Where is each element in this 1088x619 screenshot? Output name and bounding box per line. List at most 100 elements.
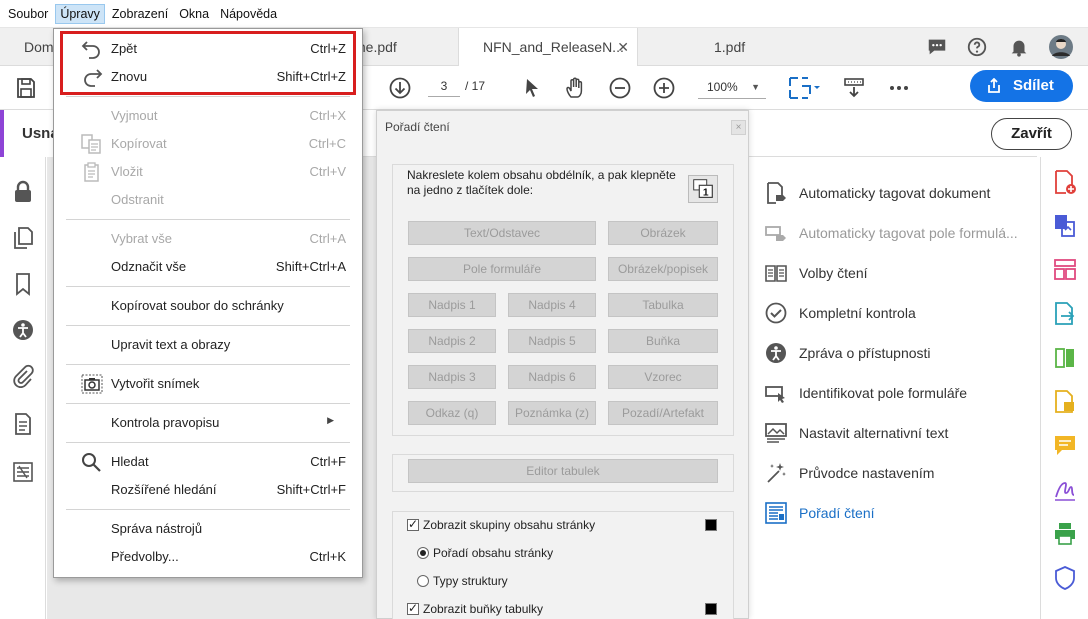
compare-files-icon[interactable] (1053, 345, 1077, 371)
menu-okna[interactable]: Okna (175, 4, 213, 24)
menu-separator (66, 96, 350, 97)
tab-document-active[interactable]: NFN_and_ReleaseN... ✕ (458, 28, 638, 67)
protect-icon[interactable] (1053, 565, 1077, 591)
fill-sign-icon[interactable] (1053, 477, 1077, 503)
tool-label: Zpráva o přístupnosti (799, 345, 931, 361)
color-swatch[interactable] (705, 603, 717, 615)
menu-separator (66, 286, 350, 287)
zoom-select[interactable]: 100% ▼ (698, 77, 766, 99)
figure-button[interactable]: Obrázek (608, 221, 718, 245)
menu-zobrazeni[interactable]: Zobrazení (108, 4, 172, 24)
menu-item-copy-file[interactable]: Kopírovat soubor do schránky (54, 292, 364, 320)
pages-icon[interactable] (11, 226, 35, 250)
comment-tool-icon[interactable] (1053, 433, 1077, 459)
page-fit-icon[interactable] (788, 76, 822, 100)
checkbox-label: Zobrazit buňky tabulky (423, 602, 544, 616)
show-table-cells-checkbox[interactable]: Zobrazit buňky tabulky (407, 601, 544, 616)
menu-item-snapshot[interactable]: Vytvořit snímek (54, 370, 364, 398)
heading-4-button[interactable]: Nadpis 4 (508, 293, 596, 317)
document-icon[interactable] (11, 412, 35, 436)
form-field-button[interactable]: Pole formuláře (408, 257, 596, 281)
heading-3-button[interactable]: Nadpis 3 (408, 365, 496, 389)
tool-identify-form-fields[interactable]: Identifikovat pole formuláře (764, 373, 1034, 413)
menu-separator (66, 403, 350, 404)
select-cursor-icon[interactable] (520, 76, 544, 100)
menu-item-preferences[interactable]: Předvolby... Ctrl+K (54, 543, 364, 571)
text-paragraph-button[interactable]: Text/Odstavec (408, 221, 596, 245)
menu-separator (66, 442, 350, 443)
reference-button[interactable]: Odkaz (q) (408, 401, 496, 425)
next-page-icon[interactable] (388, 76, 412, 100)
heading-6-button[interactable]: Nadpis 6 (508, 365, 596, 389)
tool-auto-tag-document[interactable]: Automaticky tagovat dokument (764, 173, 1034, 213)
combine-files-icon[interactable] (1053, 213, 1077, 239)
share-label: Sdílet (1013, 77, 1054, 94)
cell-button[interactable]: Buňka (608, 329, 718, 353)
menu-item-find[interactable]: Hledat Ctrl+F (54, 448, 364, 476)
heading-1-button[interactable]: Nadpis 1 (408, 293, 496, 317)
menu-soubor[interactable]: Soubor (4, 4, 52, 24)
accessibility-icon[interactable] (11, 318, 35, 342)
table-button[interactable]: Tabulka (608, 293, 718, 317)
menu-shortcut: Ctrl+K (309, 549, 346, 564)
structure-types-radio[interactable]: Typy struktury (417, 574, 508, 588)
tool-reading-options[interactable]: Volby čtení (764, 253, 1034, 293)
menu-item-deselect-all[interactable]: Odznačit vše Shift+Ctrl+A (54, 253, 364, 281)
zoom-in-icon[interactable] (652, 76, 676, 100)
organize-pages-icon[interactable] (1053, 257, 1077, 283)
more-icon[interactable] (887, 76, 911, 100)
tab-label: NFN_and_ReleaseN... (483, 39, 624, 55)
menu-item-manage-tools[interactable]: Správa nástrojů (54, 515, 364, 543)
heading-2-button[interactable]: Nadpis 2 (408, 329, 496, 353)
menu-item-edit-text[interactable]: Upravit text a obrazy (54, 331, 364, 359)
tool-accessibility-report[interactable]: Zpráva o přístupnosti (764, 333, 1034, 373)
menu-napoveda[interactable]: Nápověda (216, 4, 281, 24)
share-button[interactable]: Sdílet (970, 70, 1073, 102)
scroll-mode-icon[interactable] (842, 76, 866, 100)
dialog-close-button[interactable]: × (731, 120, 746, 135)
save-icon[interactable] (14, 76, 38, 100)
note-button[interactable]: Poznámka (z) (508, 401, 596, 425)
comment-icon[interactable] (925, 36, 949, 58)
zoom-out-icon[interactable] (608, 76, 632, 100)
menu-item-spelling[interactable]: Kontrola pravopisu ▶ (54, 409, 364, 437)
create-pdf-icon[interactable] (1053, 169, 1077, 195)
formula-button[interactable]: Vzorec (608, 365, 718, 389)
avatar[interactable] (1048, 34, 1074, 60)
menu-label: Hledat (111, 454, 149, 469)
menu-item-undo[interactable]: Zpět Ctrl+Z (54, 35, 364, 63)
menu-upravy[interactable]: Úpravy (55, 3, 105, 24)
submenu-arrow-icon: ▶ (327, 415, 334, 425)
tab-close-icon[interactable]: ✕ (617, 28, 629, 66)
close-tool-button[interactable]: Zavřít (991, 118, 1072, 150)
menu-item-redo[interactable]: Znovu Shift+Ctrl+Z (54, 63, 364, 91)
figure-caption-button[interactable]: Obrázek/popisek (608, 257, 718, 281)
color-swatch[interactable] (705, 519, 717, 531)
form-tag-icon (765, 226, 786, 241)
page-content-order-radio[interactable]: Pořadí obsahu stránky (417, 546, 553, 560)
menu-shortcut: Ctrl+X (309, 108, 346, 123)
bell-icon[interactable] (1007, 36, 1031, 58)
background-artifact-button[interactable]: Pozadí/Artefakt (608, 401, 718, 425)
menu-item-advanced-search[interactable]: Rozšířené hledání Shift+Ctrl+F (54, 476, 364, 504)
attachment-icon[interactable] (11, 364, 35, 388)
tag-number-icon[interactable]: 1 (688, 175, 718, 203)
scan-ocr-icon[interactable] (1053, 389, 1077, 415)
lock-icon[interactable] (11, 180, 35, 204)
tool-reading-order[interactable]: Pořadí čtení (764, 493, 1034, 533)
tags-icon[interactable] (11, 460, 35, 484)
tool-setup-assistant[interactable]: Průvodce nastavením (764, 453, 1034, 493)
bookmark-icon[interactable] (11, 272, 35, 296)
tool-alt-text[interactable]: Nastavit alternativní text (764, 413, 1034, 453)
export-pdf-icon[interactable] (1053, 301, 1077, 327)
hand-tool-icon[interactable] (564, 76, 588, 100)
help-icon[interactable] (965, 36, 989, 58)
table-editor-button[interactable]: Editor tabulek (408, 459, 718, 483)
tab-document-3[interactable]: 1.pdf (638, 28, 818, 66)
heading-5-button[interactable]: Nadpis 5 (508, 329, 596, 353)
page-number-input[interactable] (428, 75, 460, 97)
print-production-icon[interactable] (1053, 521, 1077, 547)
show-groups-checkbox[interactable]: Zobrazit skupiny obsahu stránky (407, 517, 595, 532)
menu-label: Rozšířené hledání (111, 482, 217, 497)
tool-full-check[interactable]: Kompletní kontrola (764, 293, 1034, 333)
